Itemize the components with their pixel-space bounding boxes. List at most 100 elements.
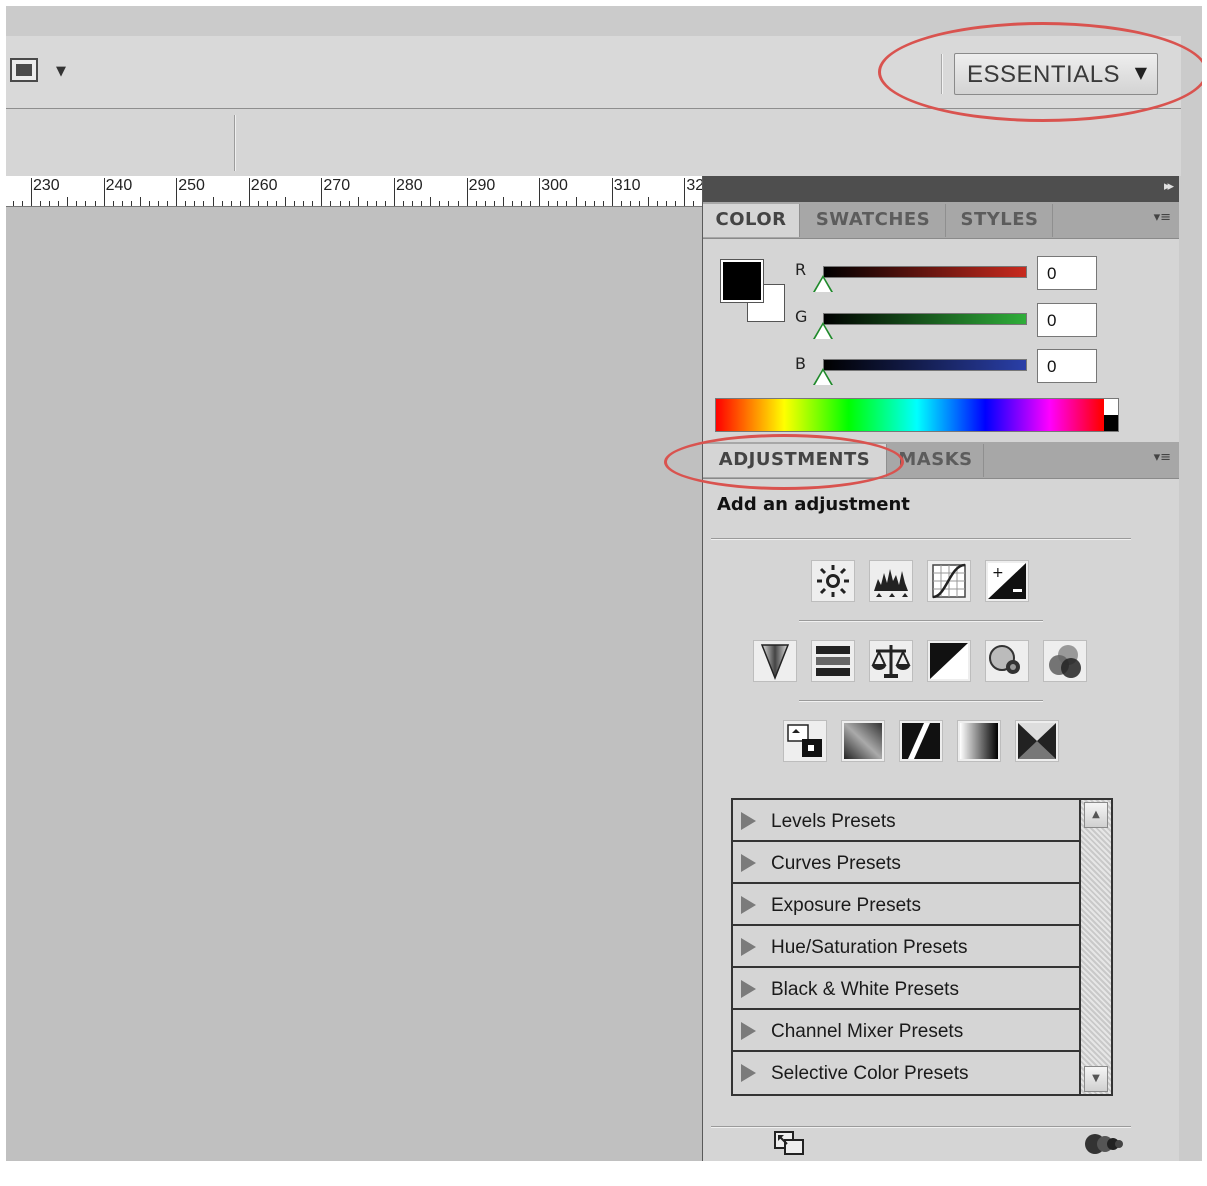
ruler-minor-tick [584,201,586,206]
screen-mode-icon[interactable] [10,58,40,84]
photo-filter-icon[interactable] [985,640,1029,682]
channel-b-input[interactable]: 0 [1037,349,1097,383]
curves-icon[interactable] [927,560,971,602]
list-item[interactable]: Hue/Saturation Presets [733,926,1079,968]
ruler-minor-tick [266,201,268,206]
list-item[interactable]: Curves Presets [733,842,1079,884]
expand-triangle-icon[interactable] [741,1064,756,1082]
channel-g-input[interactable]: 0 [1037,303,1097,337]
ruler-major-tick [321,178,323,206]
ruler-minor-tick [384,201,386,206]
hue-saturation-icon[interactable] [811,640,855,682]
preset-label: Curves Presets [771,853,901,874]
canvas-area[interactable] [6,207,702,1161]
horizontal-ruler[interactable]: 230 240 250 260 270 280 290 300 310 32 [6,176,702,207]
photoshop-window: ▼ ESSENTIALS ▼ 230 240 250 260 270 280 290 300 3… [6,6,1202,1161]
expand-view-icon[interactable] [773,1130,807,1158]
channel-r-thumb-inner [815,278,831,292]
workspace-highlight-ellipse [878,22,1202,122]
ruler-minor-tick [312,201,314,206]
ruler-minor-tick [430,197,432,206]
spectrum-white-swatch[interactable] [1104,399,1118,415]
spectrum-black-swatch[interactable] [1104,415,1118,431]
panel-menu-icon[interactable]: ▾≡ [1154,450,1171,465]
ruler-minor-tick [121,201,123,206]
channel-b-slider[interactable] [823,359,1027,371]
ruler-minor-tick [67,197,69,206]
channel-r-slider[interactable] [823,266,1027,278]
list-item[interactable]: Selective Color Presets [733,1052,1079,1094]
scroll-down-button[interactable]: ▼ [1084,1066,1108,1092]
expand-triangle-icon[interactable] [741,812,756,830]
ruler-minor-tick [421,201,423,206]
ruler-minor-tick [203,201,205,206]
ruler-minor-tick [375,201,377,206]
channel-r-input[interactable]: 0 [1037,256,1097,290]
ruler-minor-tick [85,201,87,206]
presets-list: Levels Presets Curves Presets Exposure P… [731,798,1113,1096]
ruler-minor-tick [212,197,214,206]
screen-mode-caret-icon[interactable]: ▼ [56,64,66,79]
ruler-major-tick [176,178,178,206]
clip-to-layer-icon[interactable] [1083,1130,1127,1158]
brightness-contrast-icon[interactable] [811,560,855,602]
ruler-label: 300 [541,177,568,194]
expand-triangle-icon[interactable] [741,896,756,914]
ruler-minor-tick [139,197,141,206]
channel-g-slider[interactable] [823,313,1027,325]
levels-icon[interactable] [869,560,913,602]
ruler-label: 310 [613,177,641,194]
list-item[interactable]: Exposure Presets [733,884,1079,926]
adjustments-highlight-ellipse [664,434,904,490]
list-item[interactable]: Levels Presets [733,800,1079,842]
ruler-label: 240 [105,177,133,194]
ruler-minor-tick [158,201,160,206]
channel-mixer-icon[interactable] [1043,640,1087,682]
presets-scrollbar[interactable]: ▲ ▼ [1079,800,1111,1094]
threshold-icon[interactable] [899,720,943,762]
scroll-up-button[interactable]: ▲ [1084,802,1108,828]
black-white-icon[interactable] [927,640,971,682]
ruler-minor-tick [194,201,196,206]
gradient-map-icon[interactable] [957,720,1001,762]
expand-triangle-icon[interactable] [741,938,756,956]
invert-icon[interactable] [783,720,827,762]
list-item[interactable]: Channel Mixer Presets [733,1010,1079,1052]
color-spectrum-bar[interactable] [715,398,1119,432]
list-item[interactable]: Black & White Presets [733,968,1079,1010]
ruler-minor-tick [475,201,477,206]
ruler-minor-tick [484,201,486,206]
ruler-minor-tick [294,201,296,206]
expand-triangle-icon[interactable] [741,854,756,872]
channel-b-label: B [795,354,806,373]
expand-triangle-icon[interactable] [741,980,756,998]
ruler-minor-tick [530,201,532,206]
ruler-major-tick [394,178,395,206]
ruler-minor-tick [693,201,695,206]
tab-swatches[interactable]: SWATCHES [801,204,946,237]
vibrance-icon[interactable] [753,640,797,682]
color-balance-icon[interactable] [869,640,913,682]
dock-header: ▸▸ [703,176,1179,202]
ruler-minor-tick [12,201,14,206]
panel-menu-icon[interactable]: ▾≡ [1154,210,1171,225]
selective-color-icon[interactable] [1015,720,1059,762]
ruler-minor-tick [511,201,513,206]
tab-color[interactable]: COLOR [703,204,800,237]
posterize-icon[interactable] [841,720,885,762]
ruler-minor-tick [239,201,241,206]
ruler-major-tick [248,178,250,206]
divider [711,538,1131,540]
foreground-color-swatch[interactable] [720,259,764,303]
divider [711,1126,1131,1128]
ruler-minor-tick [639,201,641,206]
ruler-minor-tick [557,201,559,206]
collapse-panels-icon[interactable]: ▸▸ [1164,179,1174,194]
ruler-minor-tick [130,201,132,206]
ruler-minor-tick [548,201,550,206]
exposure-icon[interactable]: + [985,560,1029,602]
expand-triangle-icon[interactable] [741,1022,756,1040]
tab-styles[interactable]: STYLES [947,204,1053,237]
options-bar-divider [234,115,236,171]
channel-b-thumb-inner [815,371,831,385]
